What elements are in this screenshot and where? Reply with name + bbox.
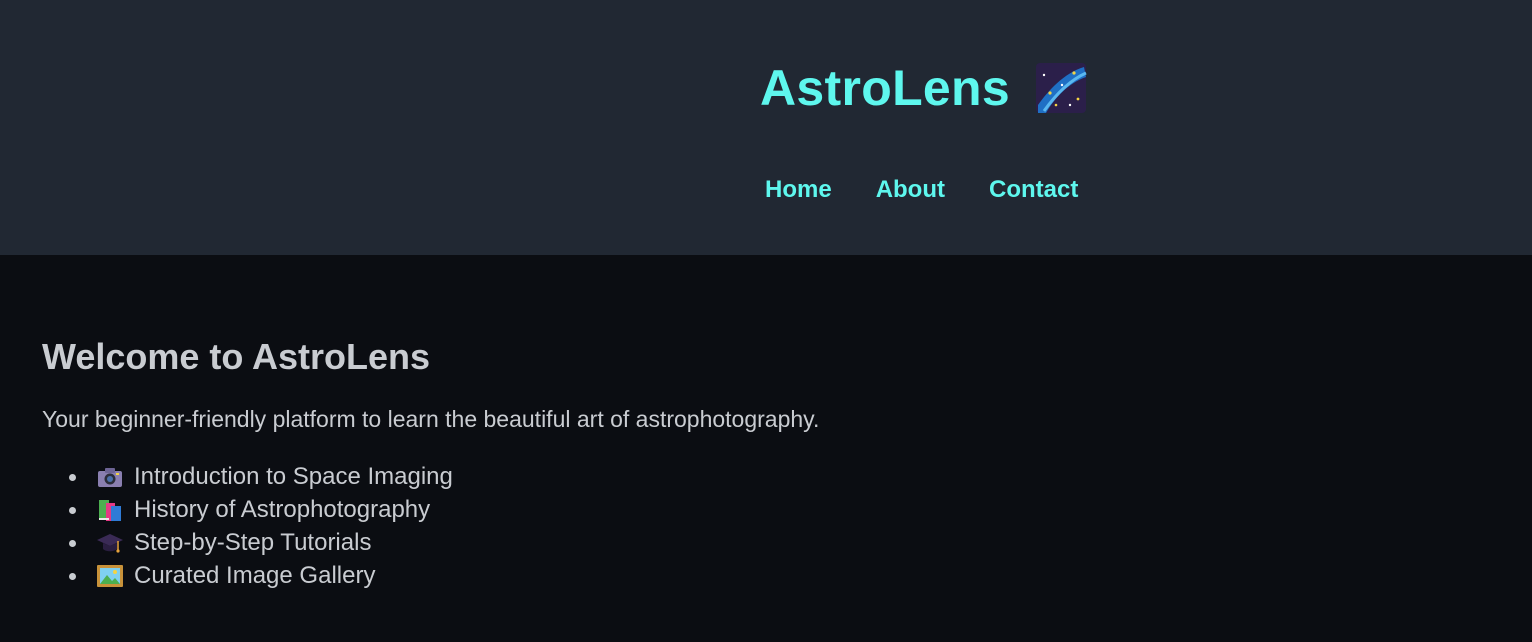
feature-label: Step-by-Step Tutorials — [134, 529, 372, 556]
feature-list: Introduction to Space Imaging History of… — [42, 460, 819, 592]
bullet — [69, 540, 76, 547]
nav-contact-link[interactable]: Contact — [989, 175, 1078, 205]
list-item: History of Astrophotography — [42, 493, 819, 526]
main-nav: Home About Contact — [765, 175, 1078, 205]
milky-way-icon — [1034, 61, 1088, 115]
bullet — [69, 474, 76, 481]
brand-title: AstroLens — [760, 60, 1010, 116]
page-title: Welcome to AstroLens — [42, 336, 431, 377]
camera-icon — [96, 464, 124, 490]
site-header: AstroLens Home About Contact — [0, 0, 1532, 255]
framed-picture-icon — [96, 563, 124, 589]
brand: AstroLens — [760, 60, 1088, 116]
main-content: Welcome to AstroLens Your beginner-frien… — [42, 336, 819, 592]
nav-home-link[interactable]: Home — [765, 175, 832, 205]
list-item: Introduction to Space Imaging — [42, 460, 819, 493]
feature-label: History of Astrophotography — [134, 496, 431, 523]
list-item: Step-by-Step Tutorials — [42, 526, 819, 559]
books-icon — [96, 497, 124, 523]
feature-label: Introduction to Space Imaging — [134, 463, 453, 490]
bullet — [69, 573, 76, 580]
bullet — [69, 507, 76, 514]
nav-about-link[interactable]: About — [876, 175, 945, 205]
intro-text: Your beginner-friendly platform to learn… — [42, 406, 820, 432]
graduation-cap-icon — [96, 530, 124, 556]
feature-label: Curated Image Gallery — [134, 562, 376, 589]
list-item: Curated Image Gallery — [42, 559, 819, 592]
